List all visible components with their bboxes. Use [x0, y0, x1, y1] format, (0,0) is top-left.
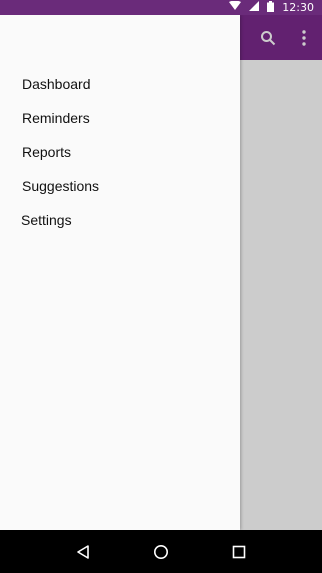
navigation-drawer: Dashboard Reminders Reports Suggestions … [0, 15, 240, 530]
drawer-item-settings[interactable]: Settings [21, 203, 99, 237]
drawer-item-suggestions[interactable]: Suggestions [22, 169, 99, 203]
status-bar: 12:30 [0, 0, 322, 15]
back-icon[interactable] [71, 540, 95, 564]
status-icons: 12:30 [229, 0, 314, 15]
recents-icon[interactable] [227, 540, 251, 564]
drawer-item-reminders[interactable]: Reminders [22, 101, 99, 135]
wifi-icon [229, 0, 242, 14]
signal-icon [249, 1, 260, 14]
phone-screen: 12:30 ch has tress. sel [0, 0, 322, 573]
system-nav-bar [0, 530, 322, 573]
status-time: 12:30 [282, 1, 314, 14]
drawer-item-reports[interactable]: Reports [22, 135, 99, 169]
battery-icon [267, 0, 275, 15]
drawer-menu: Dashboard Reminders Reports Suggestions … [21, 67, 99, 237]
home-icon[interactable] [149, 540, 173, 564]
drawer-item-dashboard[interactable]: Dashboard [22, 67, 99, 101]
